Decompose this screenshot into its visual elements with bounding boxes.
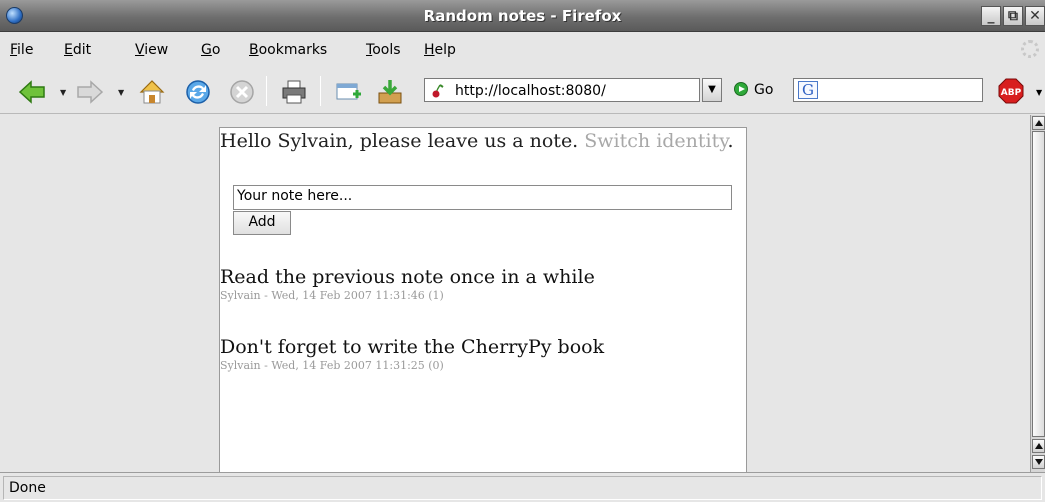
url-history-dropdown[interactable]: ▼: [702, 78, 722, 102]
new-window-icon[interactable]: [334, 78, 362, 106]
window-title: Random notes - Firefox: [423, 7, 622, 25]
note-item: Don't forget to write the CherryPy book …: [220, 335, 740, 373]
menu-go-label: o: [211, 42, 221, 58]
menu-view-label: iew: [144, 42, 169, 58]
note-input[interactable]: Your note here...: [233, 185, 732, 210]
menu-edit-mnemonic: E: [64, 42, 73, 58]
menu-bookmarks-label: ookmarks: [258, 42, 328, 58]
scroll-thumb[interactable]: [1032, 131, 1045, 437]
stop-icon[interactable]: [228, 78, 256, 106]
adblock-dropdown-icon[interactable]: ▼: [1036, 88, 1042, 97]
menu-help[interactable]: Help: [424, 42, 456, 58]
switch-identity-link[interactable]: Switch identity: [584, 130, 727, 152]
note-meta: Sylvain - Wed, 14 Feb 2007 11:31:46 (1): [220, 289, 444, 302]
menu-file-mnemonic: F: [10, 42, 18, 58]
menu-tools-label: ools: [372, 42, 401, 58]
go-button[interactable]: Go: [734, 82, 773, 98]
toolbar-separator: [320, 76, 321, 106]
vertical-scrollbar[interactable]: [1030, 115, 1045, 472]
scroll-down-button[interactable]: [1032, 455, 1045, 469]
google-search-engine-icon[interactable]: G: [798, 81, 818, 99]
menu-file-label: ile: [17, 42, 34, 58]
adblock-label: ABP: [1001, 88, 1022, 98]
menu-help-label: elp: [434, 42, 456, 58]
greeting: Hello Sylvain, please leave us a note. S…: [220, 129, 740, 153]
back-arrow-icon[interactable]: [18, 78, 46, 106]
go-label: Go: [754, 82, 774, 98]
forward-arrow-icon[interactable]: [76, 78, 104, 106]
greeting-period: .: [727, 130, 734, 152]
menu-tools[interactable]: Tools: [366, 42, 401, 58]
url-text[interactable]: http://localhost:8080/: [455, 83, 606, 99]
home-icon[interactable]: [138, 78, 166, 106]
menu-go[interactable]: Go: [201, 42, 220, 58]
menu-view-mnemonic: V: [135, 42, 145, 58]
back-dropdown-icon[interactable]: ▼: [60, 88, 66, 97]
minimize-button[interactable]: _: [981, 6, 1001, 26]
menu-file[interactable]: File: [10, 42, 33, 58]
add-button[interactable]: Add: [233, 211, 291, 235]
download-icon[interactable]: [376, 78, 404, 106]
menu-edit-label: dit: [72, 42, 92, 58]
menu-go-mnemonic: G: [201, 42, 212, 58]
throbber-icon: [1021, 40, 1039, 58]
go-arrow-icon: [734, 82, 748, 96]
toolbar-separator: [266, 76, 267, 106]
cherry-favicon-icon: [432, 84, 444, 98]
menu-view[interactable]: View: [135, 42, 168, 58]
url-bar[interactable]: http://localhost:8080/: [424, 78, 700, 102]
print-icon[interactable]: [280, 78, 308, 106]
window-title-bar: Random notes - Firefox _ ⧉ ✕: [0, 0, 1045, 32]
menu-bar: File Edit View Go Bookmarks Tools Help: [0, 33, 1045, 65]
status-text: Done: [9, 480, 46, 496]
window-controls: _ ⧉ ✕: [981, 6, 1045, 26]
reload-icon[interactable]: [184, 78, 212, 106]
menu-bookmarks-mnemonic: B: [249, 42, 259, 58]
note-text: Read the previous note once in a while: [220, 266, 595, 288]
note-meta: Sylvain - Wed, 14 Feb 2007 11:31:25 (0): [220, 359, 444, 372]
close-button[interactable]: ✕: [1025, 6, 1045, 26]
forward-dropdown-icon[interactable]: ▼: [118, 88, 124, 97]
menu-bookmarks[interactable]: Bookmarks: [249, 42, 327, 58]
menu-edit[interactable]: Edit: [64, 42, 91, 58]
menu-help-mnemonic: H: [424, 42, 435, 58]
scroll-up-button[interactable]: [1032, 116, 1045, 130]
page-viewport: Hello Sylvain, please leave us a note. S…: [0, 115, 1030, 472]
greeting-text: Hello Sylvain, please leave us a note.: [220, 130, 579, 152]
scroll-up-button[interactable]: [1032, 439, 1045, 453]
status-panel: [3, 476, 1042, 500]
search-box[interactable]: G: [793, 78, 983, 102]
adblock-icon[interactable]: ABP: [998, 78, 1024, 104]
note-item: Read the previous note once in a while S…: [220, 265, 740, 303]
note-text: Don't forget to write the CherryPy book: [220, 336, 605, 358]
status-bar: Done: [0, 472, 1045, 502]
maximize-button[interactable]: ⧉: [1003, 6, 1023, 26]
notes-panel: Hello Sylvain, please leave us a note. S…: [219, 127, 747, 472]
